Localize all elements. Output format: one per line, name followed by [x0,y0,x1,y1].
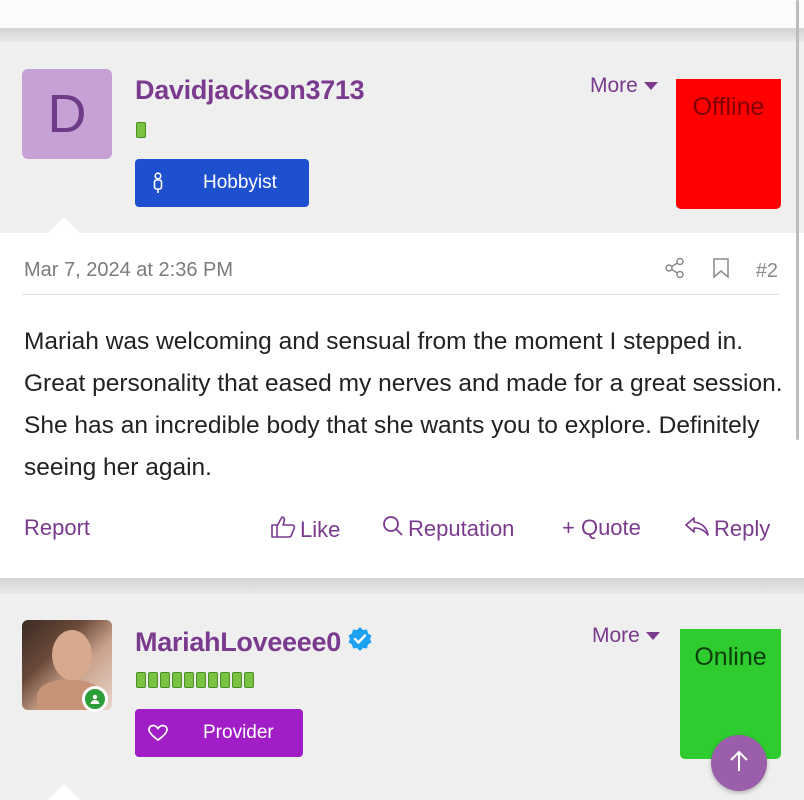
post-separator [0,28,804,42]
share-icon[interactable] [664,257,686,285]
activity-bar [196,672,206,688]
more-label: More [592,624,640,647]
more-menu-button[interactable]: More [592,624,660,648]
post-date-link[interactable]: Mar 7, 2024 at 2:36 PM [24,259,233,282]
status-offline: Offline [676,79,781,209]
post-pointer [48,217,80,233]
post-meta-tools: #2 [664,257,778,285]
activity-bar [136,122,146,138]
role-label: Hobbyist [203,172,277,193]
scrollbar[interactable] [796,0,799,440]
like-button[interactable]: Like [270,515,340,545]
activity-bars [136,672,254,688]
activity-bar [172,672,182,688]
activity-bar [208,672,218,688]
status-label: Offline [692,93,765,121]
person-icon [135,172,181,194]
post-separator [0,578,804,594]
top-strip [0,0,804,28]
reply-label: Reply [714,516,771,541]
arrow-up-icon [728,749,750,778]
bookmark-icon[interactable] [712,257,730,285]
activity-bar [148,672,158,688]
like-label: Like [300,517,341,542]
divider [22,294,780,295]
caret-down-icon [645,632,660,640]
heart-icon [135,724,181,742]
reputation-button[interactable]: Reputation [382,515,514,543]
quote-button[interactable]: + Quote [562,515,641,541]
post-1-header: D Davidjackson3713 Hobbyist More Offline [0,42,804,233]
activity-bar [136,672,146,688]
username-row: MariahLoveeee0 [135,626,373,659]
caret-down-icon [643,82,658,90]
role-label: Provider [203,722,274,743]
username-link[interactable]: MariahLoveeee0 [135,627,341,658]
more-label: More [590,74,638,97]
thumbs-up-icon [270,515,296,545]
post-pointer [48,784,80,800]
reputation-label: Reputation [408,516,515,541]
activity-bars [136,122,146,138]
post-number-link[interactable]: #2 [756,260,778,283]
reply-icon [684,515,710,543]
activity-bar [232,672,242,688]
activity-bar [244,672,254,688]
username-link[interactable]: Davidjackson3713 [135,75,365,106]
activity-bar [220,672,230,688]
quote-label: + Quote [562,515,641,540]
report-label: Report [24,515,91,540]
online-indicator-icon [82,686,108,712]
more-menu-button[interactable]: More [590,74,658,98]
activity-bar [160,672,170,688]
avatar[interactable]: D [22,69,112,159]
verified-badge-icon [347,626,373,659]
search-icon [382,515,404,543]
post-1-body: Mar 7, 2024 at 2:36 PM #2 Mariah was wel… [0,233,804,578]
role-badge-hobbyist: Hobbyist [135,159,309,207]
reply-button[interactable]: Reply [684,515,770,543]
role-badge-provider: Provider [135,709,303,757]
report-link[interactable]: Report [24,515,90,541]
post-message: Mariah was welcoming and sensual from th… [24,328,783,481]
scroll-to-top-button[interactable] [711,735,767,791]
post-actions: Report Like Reputation + Quote Reply [0,515,804,545]
activity-bar [184,672,194,688]
post-2-header: MariahLoveeee0 Provider More Online [0,594,804,800]
